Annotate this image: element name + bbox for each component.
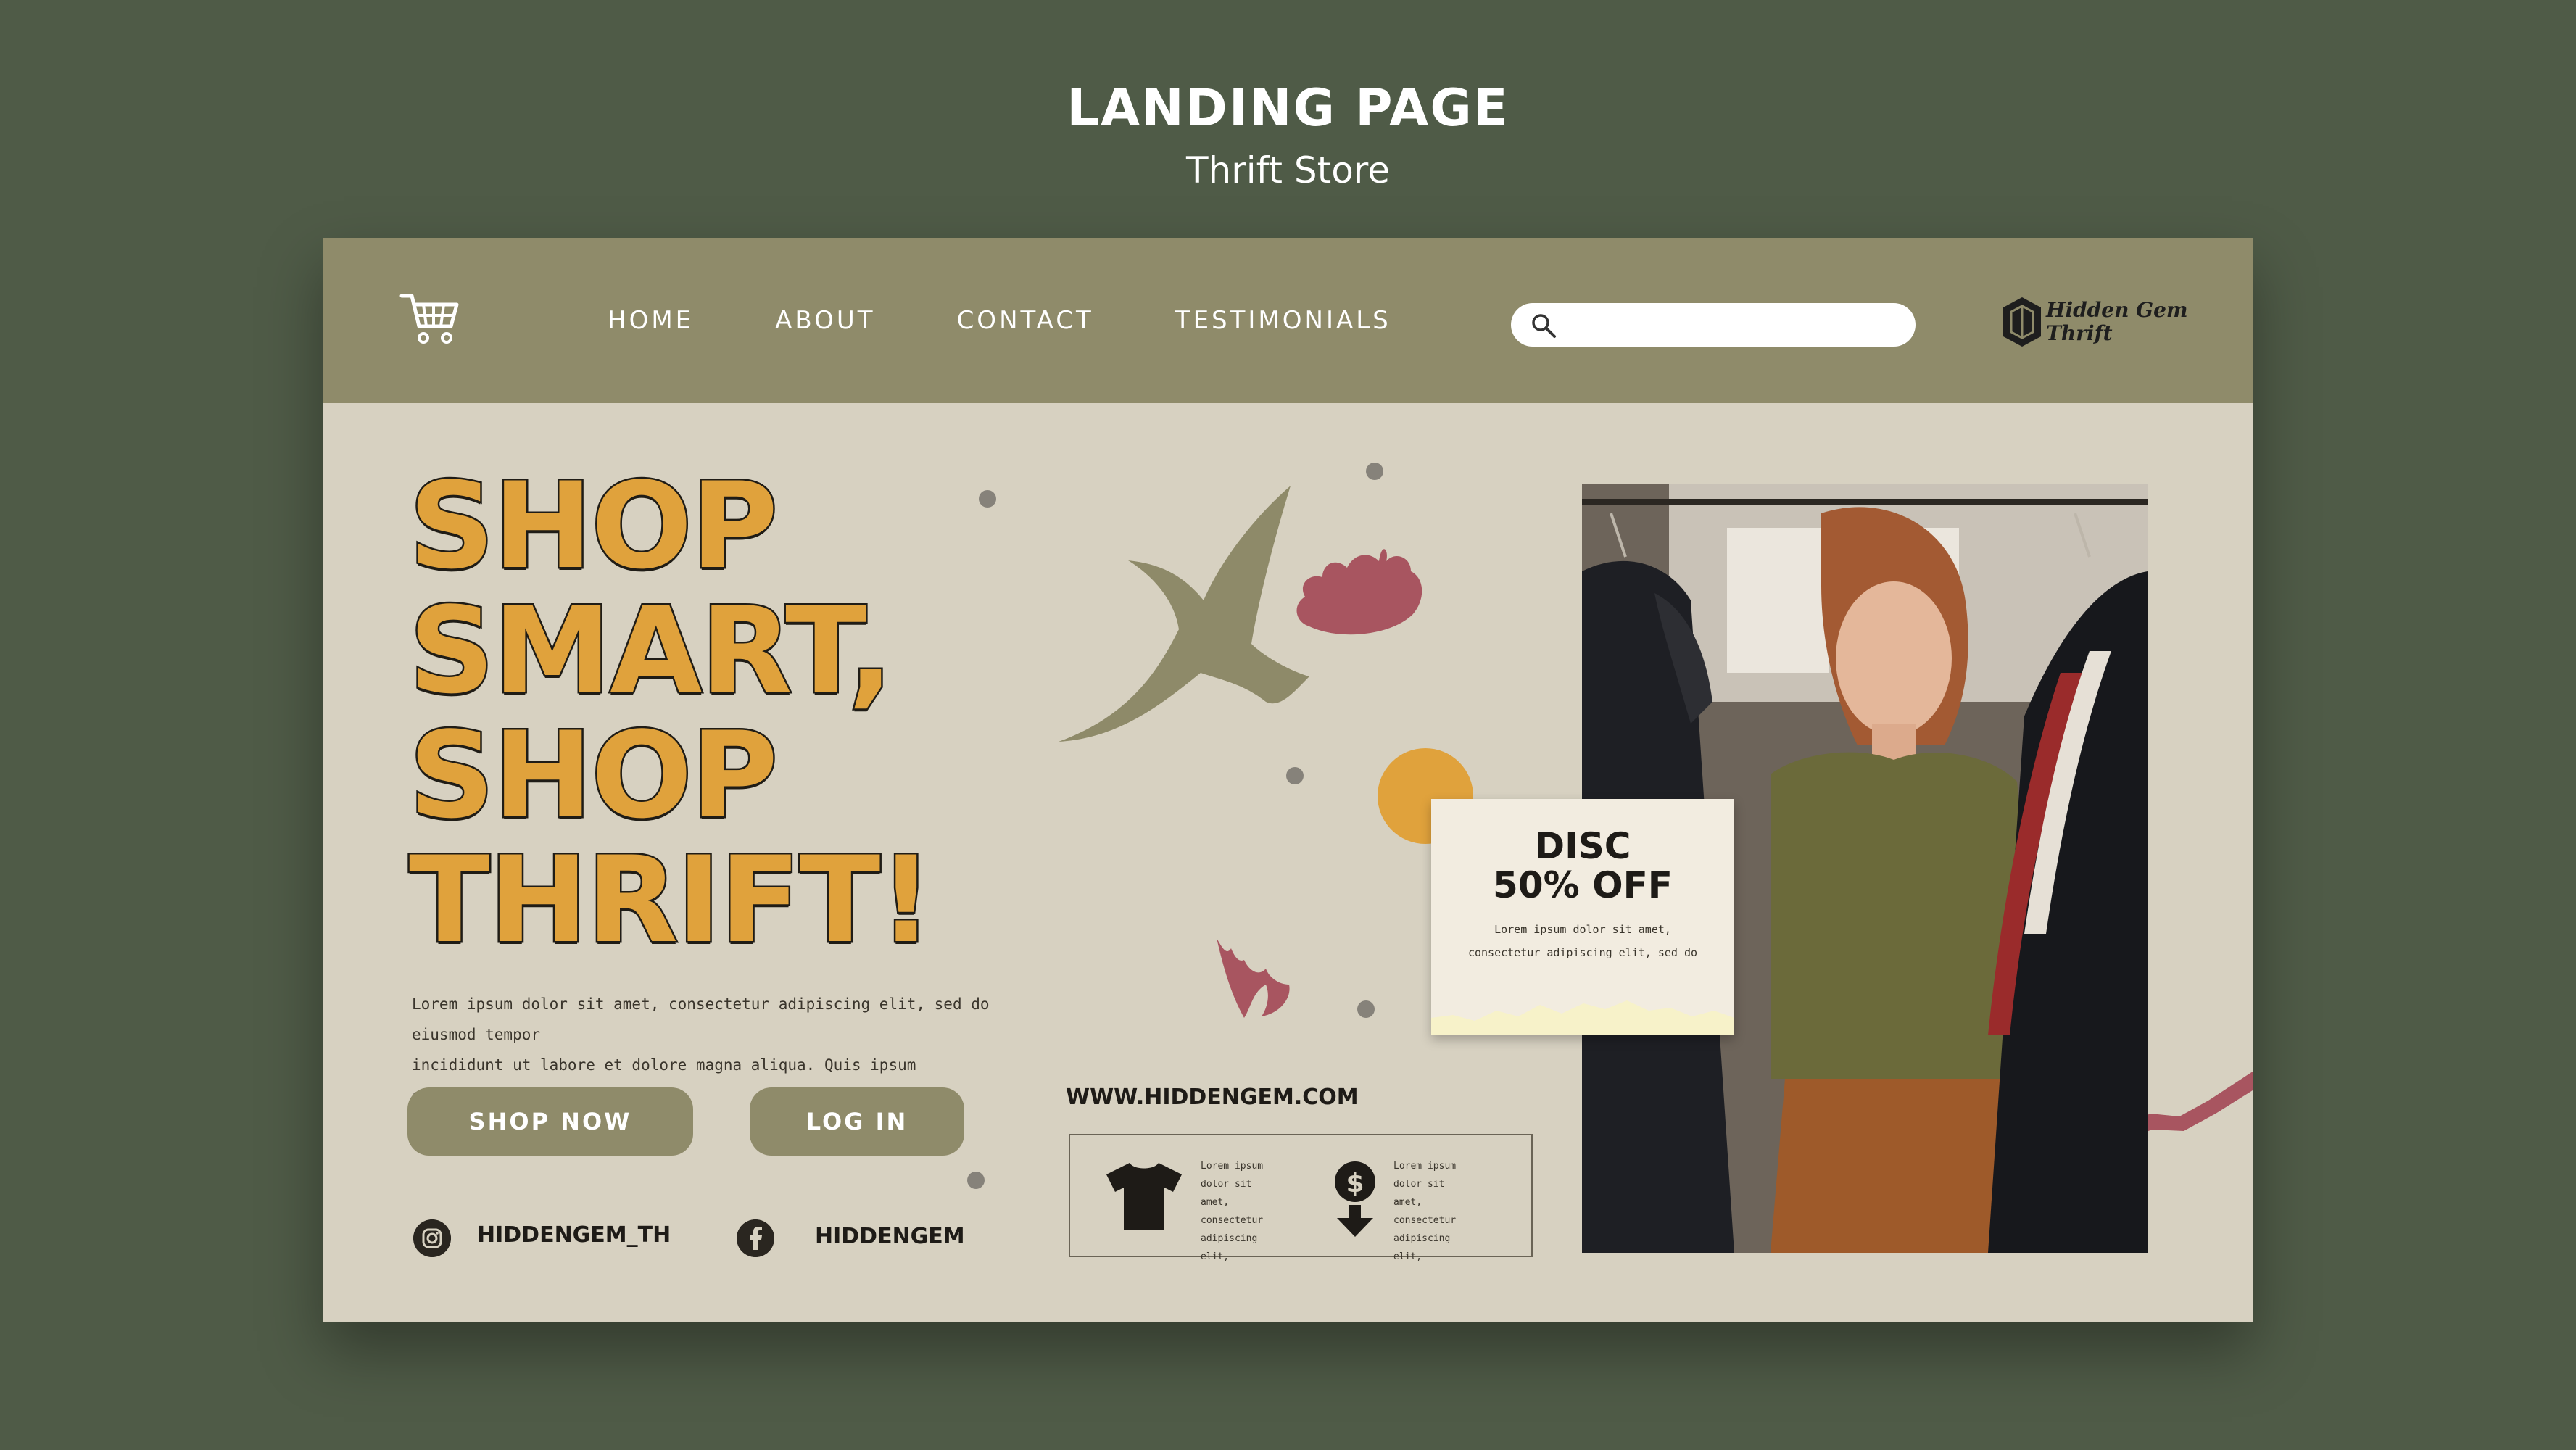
feature-1-line: adipiscing elit, [1201,1233,1258,1262]
discount-headline: DISC 50% OFF [1431,826,1734,905]
discount-description: Lorem ipsum dolor sit amet, consectetur … [1446,918,1720,964]
dot-shape [1357,1000,1375,1018]
landing-page-mockup: HOME ABOUT CONTACT TESTIMONIALS Hidden G… [323,238,2253,1322]
dot-shape [979,490,996,508]
discount-line-2: 50% OFF [1493,864,1673,906]
page-title: LANDING PAGE [1067,78,1509,138]
page-subtitle: Thrift Store [1185,149,1391,191]
discount-body-line: Lorem ipsum dolor sit amet, [1494,923,1671,936]
coral-shape [1217,938,1290,1018]
tshirt-icon [1106,1161,1182,1230]
dot-shape [1366,463,1383,480]
feature-2-line: dolor sit amet, [1393,1179,1445,1208]
flower-shape [1296,549,1422,635]
torn-paper-edge [1431,1000,1734,1035]
website-link[interactable]: WWW.HIDDENGEM.COM [1066,1085,1359,1110]
discount-body-line: consectetur adipiscing elit, sed do [1467,946,1698,959]
feature-1-line: Lorem ipsum [1201,1161,1264,1172]
discount-line-1: DISC [1534,825,1631,867]
feature-1-line: dolor sit amet, [1201,1179,1252,1208]
discount-card: DISC 50% OFF Lorem ipsum dolor sit amet,… [1431,799,1734,1035]
features-box: Lorem ipsum dolor sit amet, consectetur … [1069,1134,1533,1262]
feature-2-line: Lorem ipsum [1393,1161,1457,1172]
svg-text:$: $ [1346,1169,1364,1198]
feature-1-line: consectetur [1201,1215,1264,1226]
dollar-download-icon: $ [1335,1161,1375,1237]
dot-shape [967,1172,985,1189]
dot-shape [1286,767,1304,784]
feature-1-text: Lorem ipsum dolor sit amet, consectetur … [1201,1157,1280,1266]
feature-2-line: consectetur [1393,1215,1457,1226]
feature-2-line: adipiscing elit, [1393,1233,1451,1262]
bird-shape [1059,486,1309,742]
feature-2-text: Lorem ipsum dolor sit amet, consectetur … [1393,1157,1473,1266]
